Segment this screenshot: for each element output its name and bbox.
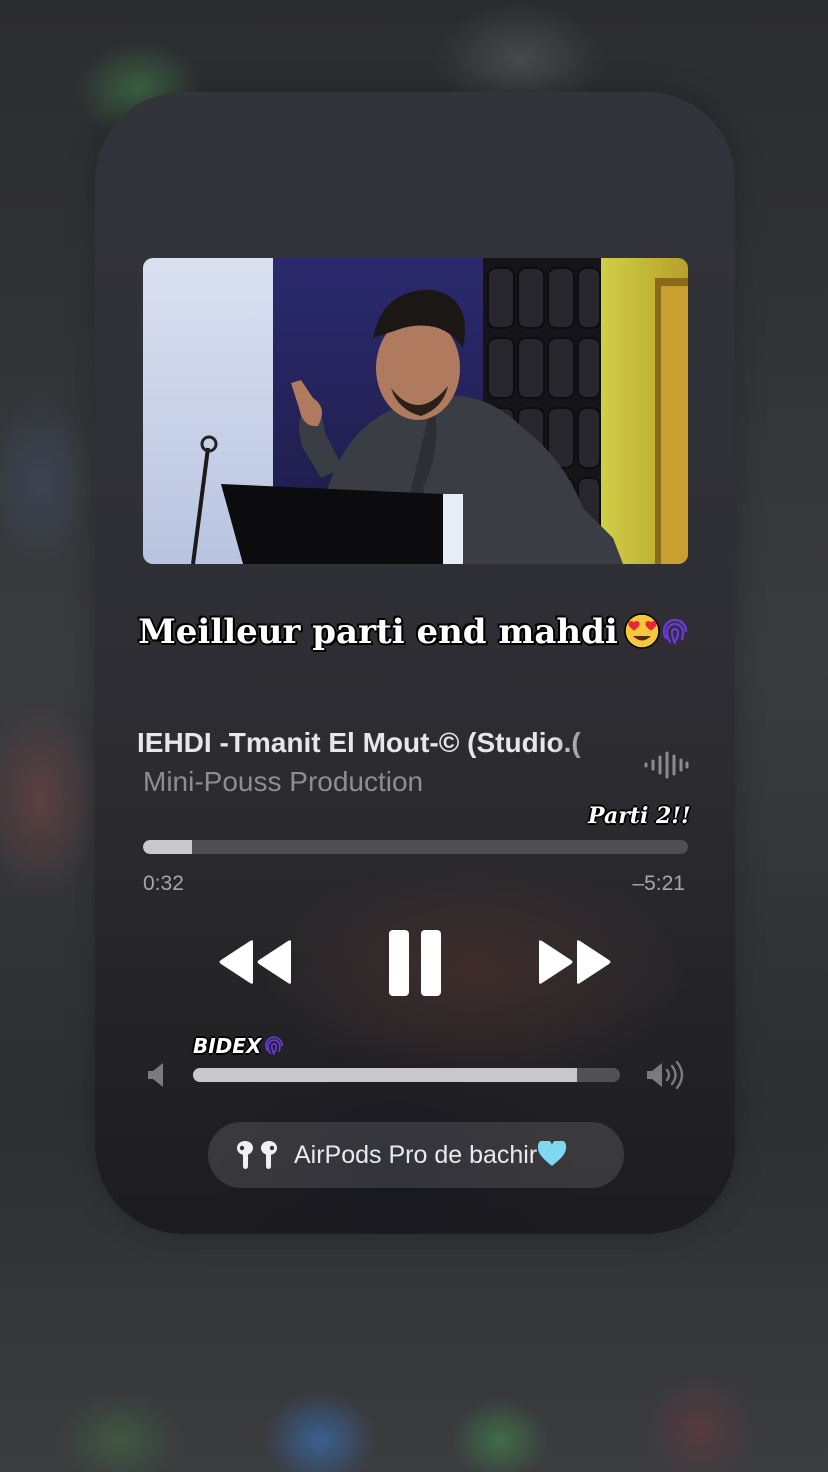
speaker-high-icon bbox=[647, 1061, 684, 1089]
airpods-icon bbox=[237, 1141, 277, 1169]
part-sticker: Parti 2!! bbox=[588, 803, 691, 829]
track-title-container: IEHDI -Tmanit El Mout-© (Studio.( bbox=[137, 727, 624, 767]
album-artwork[interactable] bbox=[143, 258, 688, 564]
caption-text: Meilleur parti end mahdi bbox=[138, 612, 618, 652]
pause-button[interactable] bbox=[386, 928, 444, 998]
fingerprint-icon bbox=[265, 1036, 284, 1055]
pause-icon bbox=[389, 930, 441, 996]
light-blue-heart-icon bbox=[538, 1138, 567, 1166]
progress-scrubber[interactable] bbox=[143, 840, 688, 854]
backward-icon bbox=[219, 940, 291, 984]
bidex-text: BIDEX bbox=[193, 1034, 262, 1058]
track-title: IEHDI -Tmanit El Mout-© (Studio.( bbox=[137, 727, 581, 758]
fingerprint-emoji-icon bbox=[662, 618, 688, 645]
track-artist: Mini-Pouss Production bbox=[143, 766, 424, 797]
audio-output-button[interactable]: AirPods Pro de bachir bbox=[208, 1122, 624, 1188]
volume-fill bbox=[193, 1068, 578, 1082]
bidex-sticker: BIDEX bbox=[193, 1034, 285, 1058]
output-device-label: AirPods Pro de bachir bbox=[294, 1138, 567, 1170]
forward-icon bbox=[539, 940, 611, 984]
volume-slider[interactable] bbox=[193, 1068, 620, 1082]
time-elapsed: 0:32 bbox=[143, 872, 184, 895]
heart-eyes-emoji-icon bbox=[624, 613, 660, 649]
waveform-icon[interactable] bbox=[643, 750, 689, 780]
video-caption: Meilleur parti end mahdi bbox=[0, 612, 828, 652]
output-device-name: AirPods Pro de bachir bbox=[294, 1140, 538, 1169]
forward-button[interactable] bbox=[535, 938, 615, 986]
speaker-low-icon bbox=[148, 1063, 163, 1087]
rewind-button[interactable] bbox=[215, 938, 295, 986]
artwork-image bbox=[143, 258, 688, 564]
time-remaining: –5:21 bbox=[632, 872, 685, 895]
progress-fill bbox=[143, 840, 193, 854]
